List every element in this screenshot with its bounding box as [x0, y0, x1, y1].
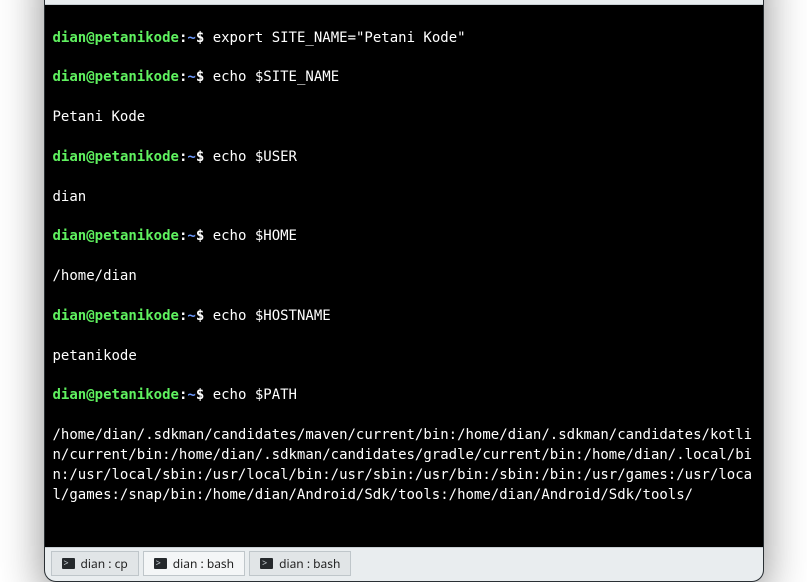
- terminal-command: echo $HOSTNAME: [213, 308, 331, 324]
- prompt-at: @: [86, 69, 94, 85]
- prompt-at: @: [86, 387, 94, 403]
- terminal-command: echo $SITE_NAME: [213, 69, 339, 85]
- prompt-at: @: [86, 30, 94, 46]
- prompt-user: dian: [53, 149, 87, 165]
- terminal-icon: [260, 558, 273, 569]
- prompt-host: petanikode: [95, 69, 179, 85]
- tab-label: dian : bash: [279, 555, 340, 572]
- terminal-line: dian@petanikode:~$ export SITE_NAME="Pet…: [53, 29, 755, 49]
- terminal-output: /home/dian: [53, 267, 755, 287]
- terminal-icon: [62, 558, 75, 569]
- prompt-cwd: ~: [187, 228, 195, 244]
- terminal-icon: [154, 558, 167, 569]
- prompt-user: dian: [53, 30, 87, 46]
- terminal-line: dian@petanikode:~$ echo $HOSTNAME: [53, 307, 755, 327]
- tab-label: dian : cp: [81, 555, 128, 572]
- prompt-host: petanikode: [95, 387, 179, 403]
- prompt-user: dian: [53, 387, 87, 403]
- prompt-at: @: [86, 149, 94, 165]
- terminal-command: export SITE_NAME="Petani Kode": [213, 30, 466, 46]
- terminal-line: dian@petanikode:~$ echo $PATH: [53, 386, 755, 406]
- terminal-line: dian@petanikode:~$ echo $HOME: [53, 227, 755, 247]
- prompt-host: petanikode: [95, 30, 179, 46]
- prompt-user: dian: [53, 308, 87, 324]
- terminal-output: dian: [53, 188, 755, 208]
- prompt-cwd: ~: [187, 308, 195, 324]
- prompt-at: @: [86, 228, 94, 244]
- terminal-output: petanikode: [53, 347, 755, 367]
- prompt-user: dian: [53, 69, 87, 85]
- prompt-cwd: ~: [187, 30, 195, 46]
- prompt-dollar: $: [196, 308, 204, 324]
- terminal-command: echo $USER: [213, 149, 297, 165]
- prompt-dollar: $: [196, 149, 204, 165]
- prompt-dollar: $: [196, 30, 204, 46]
- prompt-dollar: $: [196, 228, 204, 244]
- prompt-host: petanikode: [95, 149, 179, 165]
- terminal-area[interactable]: dian@petanikode:~$ export SITE_NAME="Pet…: [45, 5, 763, 548]
- terminal-output: /home/dian/.sdkman/candidates/maven/curr…: [53, 426, 755, 506]
- konsole-window: > dian : bash — Konsole File Edit View B…: [44, 0, 764, 582]
- prompt-cwd: ~: [187, 387, 195, 403]
- tabbar: dian : cp dian : bash dian : bash: [45, 547, 763, 581]
- prompt-host: petanikode: [95, 308, 179, 324]
- tab-1[interactable]: dian : cp: [51, 551, 139, 576]
- tab-label: dian : bash: [173, 555, 234, 572]
- terminal-command: echo $HOME: [213, 228, 297, 244]
- prompt-host: petanikode: [95, 228, 179, 244]
- prompt-at: @: [86, 308, 94, 324]
- prompt-dollar: $: [196, 387, 204, 403]
- prompt-cwd: ~: [187, 69, 195, 85]
- tab-3[interactable]: dian : bash: [249, 551, 351, 576]
- prompt-user: dian: [53, 228, 87, 244]
- prompt-cwd: ~: [187, 149, 195, 165]
- terminal-line: dian@petanikode:~$ echo $USER: [53, 148, 755, 168]
- terminal-line: dian@petanikode:~$ echo $SITE_NAME: [53, 68, 755, 88]
- tab-2[interactable]: dian : bash: [143, 551, 245, 576]
- prompt-dollar: $: [196, 69, 204, 85]
- terminal-output: Petani Kode: [53, 108, 755, 128]
- terminal-command: echo $PATH: [213, 387, 297, 403]
